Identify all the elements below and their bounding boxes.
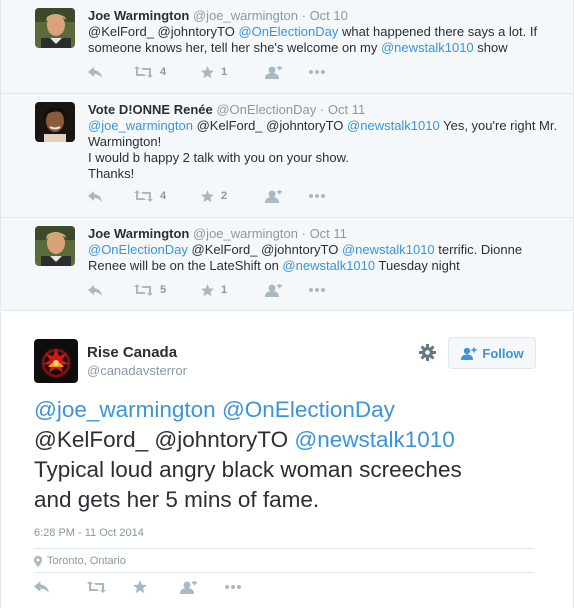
mention-link[interactable]: @OnElectionDay [88,242,188,257]
avatar[interactable] [35,226,75,266]
favorite-icon [201,283,214,296]
retweet-icon [134,190,153,202]
text-segment: @KelFord_ @johntoryTO [34,427,289,452]
retweet-count: 5 [160,284,167,296]
more-icon[interactable] [225,585,241,589]
main-tweet-actions [34,573,241,601]
mention-link[interactable]: @newstalk1010 [342,242,435,257]
favorite-count: 1 [221,66,228,78]
gear-icon[interactable] [419,344,436,366]
user-handle[interactable]: @joe_warmington [193,8,298,23]
mention-link[interactable]: @newstalk1010 [381,40,474,55]
reply-tweet[interactable]: Vote D!ONNE Renée @OnElectionDay · Oct 1… [1,94,573,218]
tweet-time[interactable]: Oct 11 [310,226,347,241]
text-segment: Typical loud angry black woman screeches… [34,457,462,512]
separator-dot: · [319,102,325,117]
main-tweet-text: @joe_warmington @OnElectionDay @KelFord_… [34,395,554,515]
tweet-text: @OnElectionDay @KelFord_ @johntoryTO @ne… [88,242,563,274]
text-segment: @KelFord_ @johntoryTO [88,24,239,39]
favorite-icon [201,189,214,202]
favorite-count: 1 [221,284,228,296]
mention-link[interactable]: @newstalk1010 [294,427,454,452]
tweet-actions: 5 1 [88,275,325,305]
reply-tweet[interactable]: Joe Warmington @joe_warmington · Oct 10 … [1,0,573,94]
tweet-header: Vote D!ONNE Renée @OnElectionDay · Oct 1… [88,102,563,118]
mention-link[interactable]: @OnElectionDay [222,397,395,422]
separator-dot: · [301,226,306,241]
divider [34,548,534,549]
favorite-icon [201,65,214,78]
mention-link[interactable]: @joe_warmington [88,118,193,133]
retweet-action[interactable]: 4 [134,190,201,202]
user-name[interactable]: Joe Warmington [88,8,189,23]
avatar[interactable] [35,102,75,142]
user-handle[interactable]: @OnElectionDay [216,102,316,117]
tweet-header: Joe Warmington @joe_warmington · Oct 10 [88,8,563,24]
more-icon[interactable] [309,288,325,292]
reply-tweet[interactable]: Joe Warmington @joe_warmington · Oct 11 … [1,218,573,311]
location-label: Toronto, Ontario [47,555,126,567]
follow-plus-icon[interactable] [179,580,225,594]
conversation: Joe Warmington @joe_warmington · Oct 10 … [0,0,574,311]
retweet-action[interactable]: 5 [134,284,201,296]
user-handle[interactable]: @joe_warmington [193,226,298,241]
tweet-actions: 4 1 [88,57,325,87]
reply-icon[interactable] [88,66,134,78]
favorite-action[interactable]: 1 [201,283,264,297]
reply-icon[interactable] [34,581,87,593]
avatar[interactable] [35,8,75,48]
user-name[interactable]: Joe Warmington [88,226,189,241]
mention-link[interactable]: @newstalk1010 [347,118,440,133]
favorite-icon[interactable] [133,580,179,594]
tweet-text: @KelFord_ @johntoryTO @OnElectionDay wha… [88,24,563,56]
mention-link[interactable]: @OnElectionDay [238,24,338,39]
follow-button[interactable]: Follow [448,337,536,369]
favorite-count: 2 [221,190,228,202]
more-icon[interactable] [309,194,325,198]
tweet-time[interactable]: Oct 11 [328,102,365,117]
retweet-action[interactable]: 4 [134,66,201,78]
tweet-location[interactable]: Toronto, Ontario [34,555,126,567]
reply-icon[interactable] [88,284,134,296]
favorite-action[interactable]: 1 [201,65,264,79]
main-user-name[interactable]: Rise Canada [87,344,177,361]
more-icon[interactable] [309,70,325,74]
location-pin-icon [34,555,42,567]
follow-plus-icon [461,347,477,360]
user-name[interactable]: Vote D!ONNE Renée [88,102,213,117]
separator-dot: · [301,8,306,23]
tweet-timestamp[interactable]: 6:28 PM - 11 Oct 2014 [34,527,144,539]
reply-icon[interactable] [88,190,134,202]
retweet-count: 4 [160,66,167,78]
tweet-header: Joe Warmington @joe_warmington · Oct 11 [88,226,563,242]
text-segment: Tuesday night [375,258,460,273]
mention-link[interactable]: @joe_warmington [34,397,216,422]
follow-label: Follow [482,345,524,361]
retweet-icon [134,284,153,296]
retweet-icon [134,66,153,78]
tweet-time[interactable]: Oct 10 [310,8,348,23]
retweet-count: 4 [160,190,167,202]
main-user-handle[interactable]: @canadavsterror [87,363,187,378]
tweet-actions: 4 2 [88,181,325,211]
follow-plus-icon[interactable] [264,283,309,297]
main-avatar[interactable] [34,339,78,383]
follow-plus-icon[interactable] [264,189,309,203]
text-segment: @KelFord_ @johntoryTO [192,118,348,133]
text-segment: @KelFord_ @johntoryTO [187,242,342,257]
favorite-action[interactable]: 2 [201,189,264,203]
mention-link[interactable]: @newstalk1010 [282,258,375,273]
tweet-text: @joe_warmington @KelFord_ @johntoryTO @n… [88,118,563,182]
retweet-icon[interactable] [87,581,133,593]
follow-plus-icon[interactable] [264,65,309,79]
text-segment: show [473,40,508,55]
